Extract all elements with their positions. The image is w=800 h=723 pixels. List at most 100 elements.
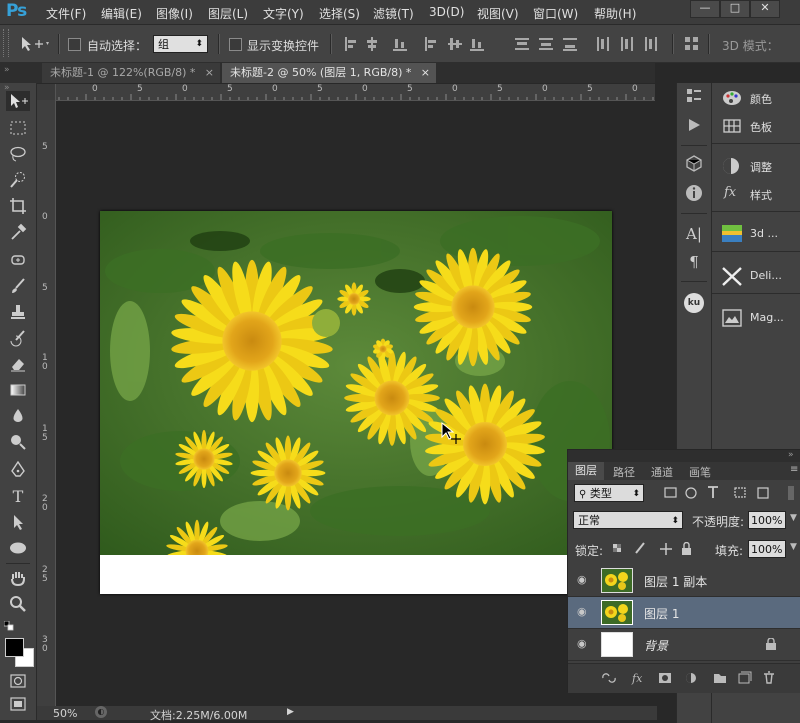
move-tool-preset-icon[interactable]	[20, 35, 50, 53]
clone-stamp-tool-icon[interactable]	[9, 303, 27, 321]
close-icon[interactable]: ×	[205, 63, 214, 83]
tools-panel: » T	[0, 83, 37, 720]
marquee-tool-icon[interactable]	[9, 119, 27, 137]
visibility-eye-icon[interactable]: ◉	[577, 606, 589, 617]
fill-slider-arrow-icon[interactable]: ▼	[790, 542, 797, 552]
layer-row[interactable]: ◉ 背景	[568, 629, 800, 661]
pen-tool-icon[interactable]	[9, 461, 27, 479]
tab-document-2[interactable]: 未标题-2 @ 50% (图层 1, RGB/8) * ×	[222, 63, 436, 83]
ruler-label: 0	[632, 84, 638, 94]
layer-row-selected[interactable]: ◉ 图层 1	[568, 597, 800, 629]
panel-tab-adjustments[interactable]: 调整	[712, 153, 800, 179]
layers-tab-strip: 图层 路径 通道 画笔 ≡	[568, 462, 800, 480]
actions-play-icon[interactable]	[685, 116, 703, 134]
menu-3d[interactable]: 3D(D)	[429, 5, 464, 19]
status-menu-arrow-icon[interactable]: ▶	[287, 707, 294, 717]
menu-filter[interactable]: 滤镜(T)	[373, 5, 414, 22]
panel-tab-3d[interactable]: 3d ...	[712, 221, 800, 247]
grip-handle[interactable]	[3, 29, 9, 57]
ruler-label: 5	[227, 84, 233, 94]
paragraph-icon[interactable]: ¶	[685, 253, 703, 271]
menu-edit[interactable]: 编辑(E)	[101, 5, 142, 22]
ruler-label: 0	[452, 84, 458, 94]
panel-tab-delicious[interactable]: Deli...	[712, 263, 800, 289]
lasso-tool-icon[interactable]	[9, 145, 27, 163]
tab-document-1[interactable]: 未标题-1 @ 122%(RGB/8) * ×	[42, 63, 220, 83]
eyedropper-tool-icon[interactable]	[9, 223, 27, 241]
delicious-icon	[722, 267, 742, 286]
path-selection-tool-icon[interactable]	[9, 513, 27, 531]
collapse-arrows-icon[interactable]: »	[4, 65, 10, 75]
screen-mode-icon[interactable]	[10, 697, 26, 711]
panel-tab-color[interactable]: 颜色	[712, 85, 800, 111]
tab-document-2-title: 未标题-2 @ 50% (图层 1, RGB/8) *	[230, 66, 412, 79]
app-logo: Ps	[6, 1, 27, 21]
panel-tab-styles[interactable]: fx 样式	[712, 181, 800, 207]
hand-tool-icon[interactable]	[9, 569, 27, 587]
menu-layer[interactable]: 图层(L)	[208, 5, 248, 22]
panel-tab-label: Mag...	[750, 311, 784, 324]
move-tool-icon[interactable]	[6, 91, 30, 111]
default-colors-icon[interactable]	[4, 621, 14, 631]
tab-brushes[interactable]: 画笔	[689, 464, 711, 480]
panel-menu-icon[interactable]: ≡	[790, 464, 798, 475]
status-info-icon[interactable]: ◐	[95, 706, 107, 718]
show-transform-checkbox[interactable]	[229, 38, 242, 51]
auto-select-dropdown[interactable]: 组 ⬍	[153, 35, 208, 53]
panel-tab-magazine[interactable]: Mag...	[712, 305, 800, 331]
history-brush-tool-icon[interactable]	[9, 329, 27, 347]
healing-brush-tool-icon[interactable]	[9, 251, 27, 269]
menu-help[interactable]: 帮助(H)	[594, 5, 636, 22]
quick-selection-tool-icon[interactable]	[9, 171, 27, 189]
zoom-level[interactable]: 50%	[53, 707, 77, 720]
tab-layers[interactable]: 图层	[568, 462, 604, 480]
blur-tool-icon[interactable]	[9, 407, 27, 425]
close-icon[interactable]: ×	[421, 63, 430, 83]
character-icon[interactable]: A|	[685, 225, 703, 243]
collapse-panel-icon[interactable]: »	[788, 450, 794, 460]
menu-image[interactable]: 图像(I)	[156, 5, 193, 22]
auto-select-checkbox[interactable]	[68, 38, 81, 51]
gradient-tool-icon[interactable]	[9, 381, 27, 399]
auto-align-icon[interactable]	[684, 36, 700, 52]
foreground-color-swatch[interactable]	[5, 638, 24, 657]
layer-action-icons[interactable]: fx	[602, 671, 792, 685]
layer-filter-dropdown[interactable]: ⚲ 类型 ⬍	[574, 484, 644, 502]
minimize-button[interactable]: —	[690, 0, 720, 18]
restore-button[interactable]: □	[720, 0, 750, 18]
tab-paths[interactable]: 路径	[613, 464, 635, 480]
fill-input[interactable]: 100%	[748, 540, 786, 558]
ellipse-tool-icon[interactable]	[9, 539, 27, 557]
close-button[interactable]: ✕	[750, 0, 780, 18]
zoom-tool-icon[interactable]	[9, 595, 27, 613]
opacity-input[interactable]: 100%	[748, 511, 786, 529]
menu-view[interactable]: 视图(V)	[477, 5, 519, 22]
blend-mode-dropdown[interactable]: 正常 ⬍	[573, 511, 683, 529]
crop-tool-icon[interactable]	[9, 197, 27, 215]
align-distribute-icons[interactable]	[345, 36, 675, 52]
ruler-origin[interactable]	[37, 84, 56, 101]
history-icon[interactable]	[685, 87, 703, 105]
document-canvas[interactable]	[100, 211, 612, 594]
lock-icons[interactable]	[612, 542, 694, 556]
menu-select[interactable]: 选择(S)	[319, 5, 360, 22]
type-tool-icon[interactable]: T	[8, 487, 28, 507]
kuler-icon[interactable]: ku	[684, 293, 704, 313]
opacity-slider-arrow-icon[interactable]: ▼	[790, 513, 797, 523]
info-icon[interactable]	[685, 184, 703, 202]
brush-tool-icon[interactable]	[9, 277, 27, 295]
dodge-tool-icon[interactable]	[9, 433, 27, 451]
3d-cube-icon[interactable]	[685, 154, 703, 172]
layer-row[interactable]: ◉ 图层 1 副本	[568, 565, 800, 597]
menu-type[interactable]: 文字(Y)	[263, 5, 304, 22]
filter-toggle[interactable]	[788, 486, 794, 500]
quick-mask-icon[interactable]	[10, 673, 26, 689]
menu-file[interactable]: 文件(F)	[46, 5, 86, 22]
menu-window[interactable]: 窗口(W)	[533, 5, 578, 22]
tab-channels[interactable]: 通道	[651, 464, 673, 480]
eraser-tool-icon[interactable]	[9, 355, 27, 373]
visibility-eye-icon[interactable]: ◉	[577, 638, 589, 649]
layer-filter-icons[interactable]	[664, 486, 779, 500]
panel-tab-swatches[interactable]: 色板	[712, 113, 800, 139]
visibility-eye-icon[interactable]: ◉	[577, 574, 589, 585]
